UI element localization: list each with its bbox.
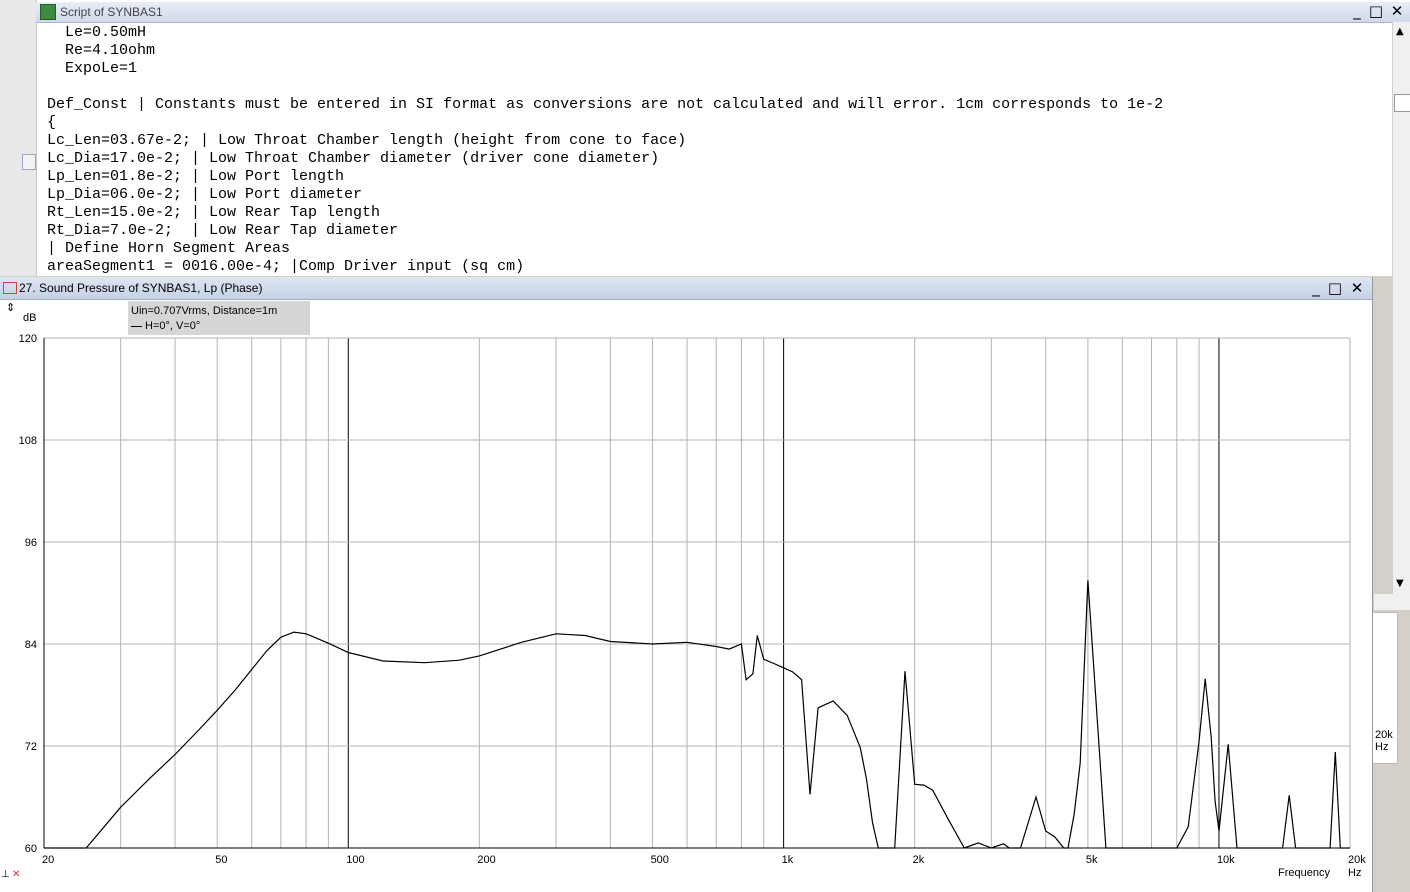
sound-pressure-chart[interactable]: ⇕ dB 120 108 96 84 72 60 20 50 100 200 500 1k 2k 5k 1…	[0, 299, 1372, 891]
x-unit-label: Hz	[1348, 867, 1361, 879]
script-window: Script of SYNBAS1 _ □ ✕ Le=0.50mH Re=4.1…	[0, 0, 1410, 276]
x-tick-label: 2k	[913, 854, 925, 866]
script-line: Lc_Len=03.67e-2; | Low Throat Chamber le…	[47, 132, 687, 149]
minimize-icon[interactable]: _	[1307, 279, 1325, 297]
x-tick-label: 20k	[1348, 854, 1366, 866]
x-tick-label: 1k	[782, 854, 794, 866]
x-tick-label: 5k	[1086, 854, 1098, 866]
close-icon[interactable]: ✕	[1388, 2, 1406, 20]
close-icon[interactable]: ✕	[1348, 279, 1366, 297]
script-editor[interactable]: Le=0.50mH Re=4.10ohm ExpoLe=1 Def_Const |…	[47, 24, 1387, 276]
script-line: Lc_Dia=17.0e-2; | Low Throat Chamber dia…	[47, 150, 660, 167]
y-tick-label: 72	[25, 741, 37, 753]
script-horizontal-scrollbar-end[interactable]	[1374, 594, 1410, 610]
chart-app-icon	[3, 282, 17, 294]
y-tick-label: 84	[25, 639, 37, 651]
script-line: Rt_Dia=7.0e-2; | Low Rear Tap diameter	[47, 222, 399, 239]
x-axis-ticks: 20 50 100 200 500 1k 2k 5k 10k 20k	[42, 854, 1366, 866]
scroll-down-icon[interactable]: ▼	[1396, 578, 1404, 589]
chart-toggle-icon[interactable]	[22, 154, 36, 170]
y-unit-label: dB	[23, 312, 36, 324]
maximize-icon[interactable]: □	[1326, 279, 1344, 297]
scroll-thumb[interactable]	[1394, 94, 1410, 112]
y-tick-label: 108	[19, 435, 37, 447]
script-title-bar[interactable]: Script of SYNBAS1 _ □ ✕	[36, 2, 1410, 23]
x-tick-label: 10k	[1217, 854, 1235, 866]
script-line: areaSegment1 = 0016.00e-4; |Comp Driver …	[47, 258, 525, 275]
background-chart-window[interactable]: 20k Hz	[1372, 612, 1398, 764]
y-tick-label: 60	[25, 843, 37, 855]
minimize-icon[interactable]: _	[1348, 2, 1366, 20]
chart-grid	[43, 337, 1351, 849]
tool-a-icon[interactable]: ⊥	[1, 869, 10, 880]
background-axis-label: 20k Hz	[1375, 729, 1393, 753]
script-line: Def_Const | Constants must be entered in…	[47, 96, 1164, 113]
script-line	[47, 78, 1387, 96]
script-line: ExpoLe=1	[47, 60, 138, 77]
script-line: Rt_Len=15.0e-2; | Low Rear Tap length	[47, 204, 381, 221]
script-line: Le=0.50mH	[47, 24, 147, 41]
script-line: {	[47, 114, 57, 131]
maximize-icon[interactable]: □	[1367, 2, 1385, 20]
script-line: | Define Horn Segment Areas	[47, 240, 291, 257]
x-axis-title: Frequency	[1278, 867, 1330, 879]
tool-b-icon[interactable]: ✕	[12, 869, 20, 880]
x-tick-label: 20	[42, 854, 54, 866]
script-left-gutter	[0, 0, 37, 276]
scroll-up-icon[interactable]: ▲	[1396, 26, 1404, 37]
script-line: Lp_Dia=06.0e-2; | Low Port diameter	[47, 186, 363, 203]
script-line: Lp_Len=01.8e-2; | Low Port length	[47, 168, 345, 185]
sp-title-bar[interactable]: 27. Sound Pressure of SYNBAS1, Lp (Phase…	[0, 277, 1372, 300]
y-tick-label: 96	[25, 537, 37, 549]
spl-curve	[44, 580, 1350, 849]
sp-window-title: 27. Sound Pressure of SYNBAS1, Lp (Phase…	[19, 281, 263, 295]
y-tick-label: 120	[19, 333, 37, 345]
script-app-icon	[40, 4, 56, 20]
zoom-handle-icon[interactable]: ⇕	[6, 302, 15, 314]
script-vertical-scrollbar[interactable]: ▲ ▼	[1392, 22, 1410, 594]
x-tick-label: 200	[477, 854, 495, 866]
x-tick-label: 50	[215, 854, 227, 866]
x-tick-label: 100	[346, 854, 364, 866]
y-axis-ticks: 120 108 96 84 72 60	[19, 333, 37, 855]
bottom-tool-icons[interactable]: ⊥ ✕	[0, 869, 24, 885]
x-tick-label: 500	[651, 854, 669, 866]
script-window-title: Script of SYNBAS1	[60, 5, 163, 19]
script-line: Re=4.10ohm	[47, 42, 156, 59]
